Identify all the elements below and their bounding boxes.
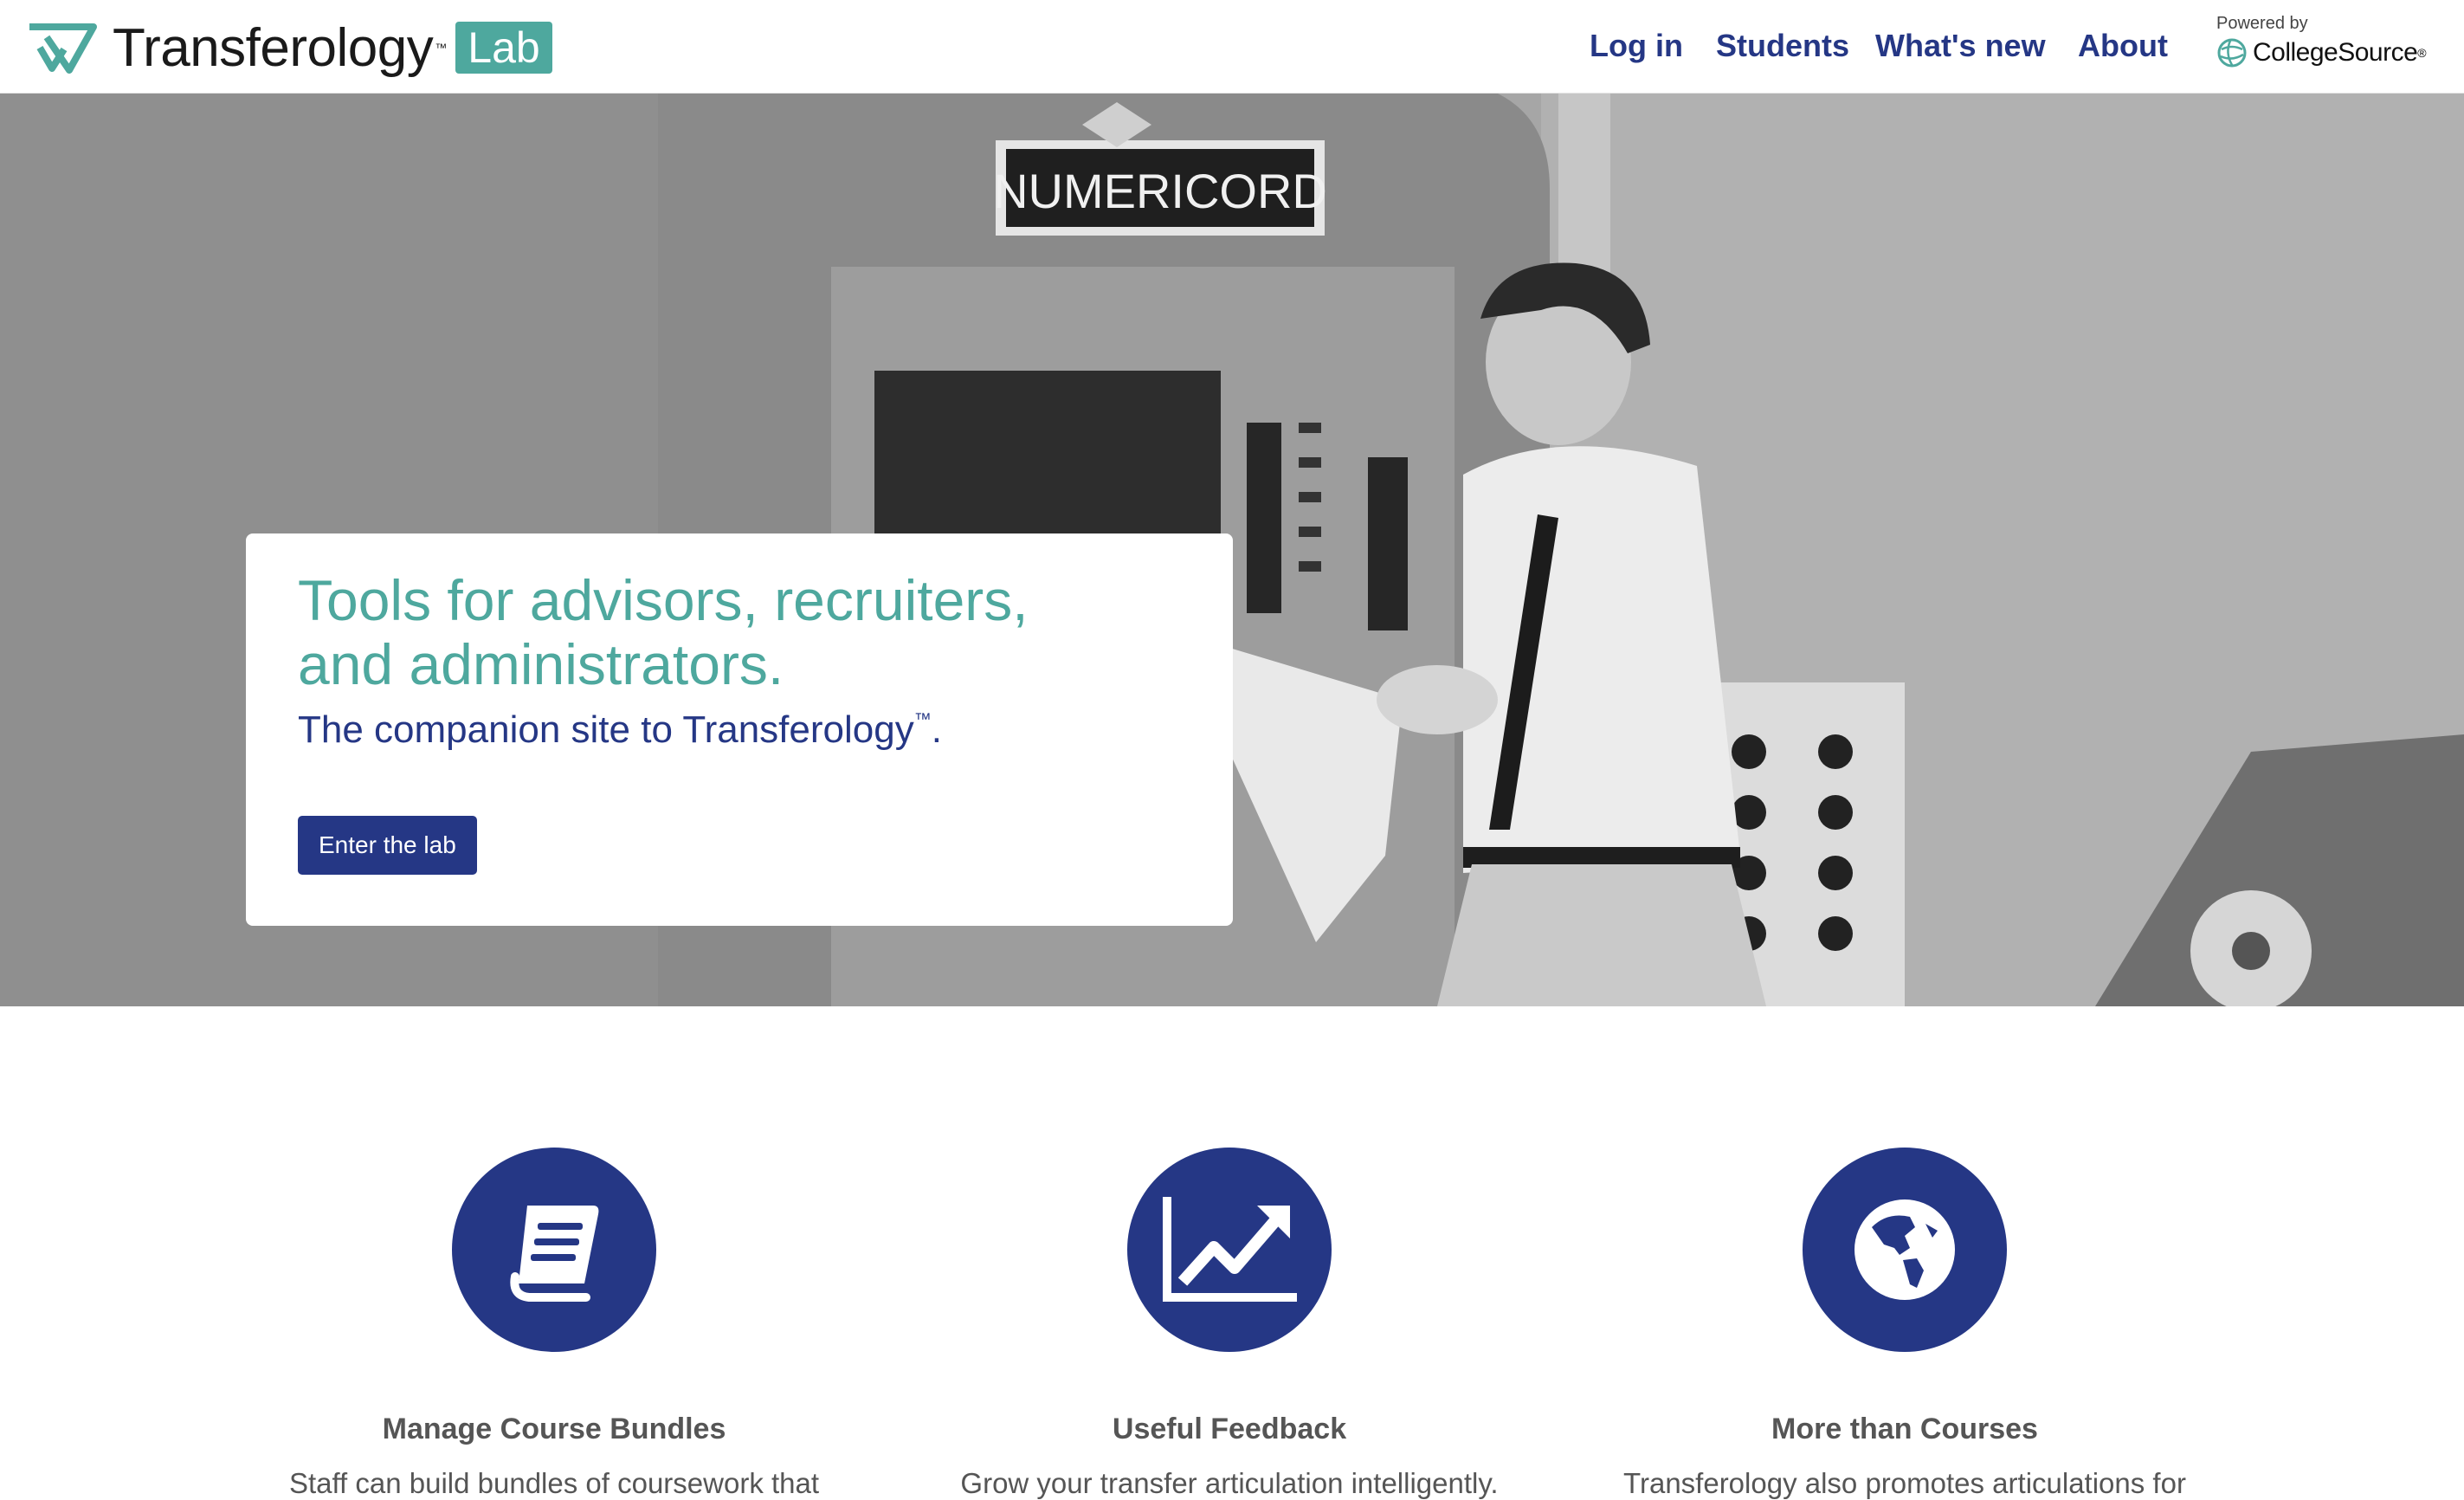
transferology-lab-logo[interactable]: Transferology ™ Lab xyxy=(26,17,552,78)
feature-course-bundles: Manage Course Bundles Staff can build bu… xyxy=(216,1148,892,1500)
feature-title: Manage Course Bundles xyxy=(382,1413,726,1445)
brand-lab-badge: Lab xyxy=(455,22,552,74)
powered-by-collegesource[interactable]: Powered by CollegeSource ® xyxy=(2216,14,2450,74)
transferology-logo-icon xyxy=(29,23,97,74)
numericord-sign-text: NUMERICORD xyxy=(993,164,1327,218)
collegesource-name: CollegeSource xyxy=(2253,38,2418,67)
nav-whats-new[interactable]: What's new xyxy=(1875,28,2046,64)
brand-trademark: ™ xyxy=(435,41,448,55)
hero-subtitle-trademark: ™ xyxy=(913,710,932,729)
nav-about[interactable]: About xyxy=(2078,28,2168,64)
site-header: Transferology ™ Lab Log in Students What… xyxy=(0,0,2464,94)
feature-useful-feedback: Useful Feedback Grow your transfer artic… xyxy=(892,1148,1567,1500)
nav-log-in[interactable]: Log in xyxy=(1590,28,1683,64)
feature-title: More than Courses xyxy=(1771,1413,2038,1445)
feature-icon-circle xyxy=(1803,1148,2007,1352)
globe-icon xyxy=(1854,1199,1955,1300)
book-icon xyxy=(510,1206,599,1302)
hero-subtitle-period: . xyxy=(931,708,942,751)
feature-title: Useful Feedback xyxy=(1112,1413,1347,1445)
nav-students[interactable]: Students xyxy=(1716,28,1849,64)
enter-the-lab-button[interactable]: Enter the lab xyxy=(298,816,477,875)
hero-section: NUMERICORD Tools for advisors, recruiter… xyxy=(0,94,2464,1006)
powered-by-label: Powered by xyxy=(2216,14,2308,33)
feature-description: Transferology also promotes articulation… xyxy=(1623,1467,2186,1499)
brand-name: Transferology xyxy=(113,17,434,78)
feature-description: Grow your transfer articulation intellig… xyxy=(960,1467,1499,1499)
collegesource-globe-icon xyxy=(2217,38,2247,68)
feature-more-than-courses: More than Courses Transferology also pro… xyxy=(1567,1148,2242,1500)
hero-title: Tools for advisors, recruiters, and admi… xyxy=(298,568,1029,696)
feature-description: Staff can build bundles of coursework th… xyxy=(288,1467,820,1499)
collegesource-registered: ® xyxy=(2417,46,2427,60)
feature-icon-circle xyxy=(452,1148,656,1352)
chart-trend-icon xyxy=(1163,1197,1297,1302)
hero-subtitle-text: The companion site to Transferology xyxy=(298,708,914,751)
hero-subtitle: The companion site to Transferology™. xyxy=(298,708,1181,752)
hero-card: Tools for advisors, recruiters, and admi… xyxy=(246,533,1233,926)
feature-icon-circle xyxy=(1127,1148,1332,1352)
